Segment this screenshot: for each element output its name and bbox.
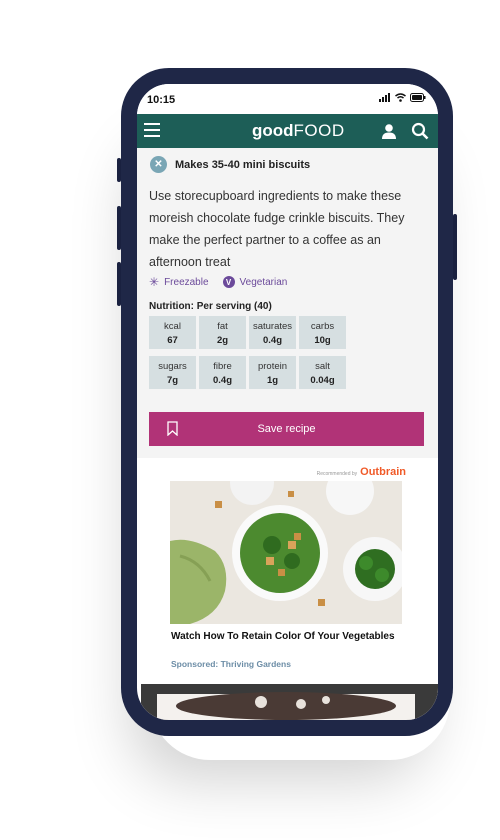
phone-volume-up (117, 206, 121, 250)
nutrition-cell-saturates: saturates 0.4g (249, 316, 296, 349)
phone-power-button (453, 214, 457, 280)
nutrition-cell-kcal: kcal 67 (149, 316, 196, 349)
ad-image[interactable] (170, 481, 402, 624)
save-recipe-label: Save recipe (257, 423, 316, 435)
status-time: 10:15 (147, 94, 176, 106)
status-icons (379, 93, 426, 102)
account-icon[interactable] (381, 123, 397, 139)
app-header: goodFOOD (137, 114, 438, 148)
status-bar: 10:15 (137, 84, 438, 114)
nutrition-cell-salt: salt 0.04g (299, 356, 346, 389)
nutrition-cell-fat: fat 2g (199, 316, 246, 349)
nutrition-title: Nutrition: Per serving (40) (149, 301, 272, 312)
nutrition-cell-carbs: carbs 10g (299, 316, 346, 349)
battery-icon (410, 93, 426, 102)
tag-freezable[interactable]: ✳ Freezable (149, 275, 209, 289)
outbrain-attribution[interactable]: Recommended by Outbrain (317, 466, 406, 478)
diet-tags: ✳ Freezable V Vegetarian (149, 275, 287, 289)
search-icon[interactable] (411, 122, 429, 140)
outbrain-logo: Outbrain (360, 466, 406, 478)
save-recipe-button[interactable]: Save recipe (149, 412, 424, 446)
phone-volume-down (117, 262, 121, 306)
recipe-description: Use storecupboard ingredients to make th… (149, 189, 405, 269)
nutrition-cell-protein: protein 1g (249, 356, 296, 389)
next-ad-image[interactable] (141, 684, 438, 720)
nutrition-grid: kcal 67 fat 2g saturates 0.4g carbs 10g suga… (149, 316, 346, 389)
signal-icon (379, 93, 390, 102)
cutlery-icon: ✕ (150, 156, 167, 173)
ad-sponsor[interactable]: Sponsored: Thriving Gardens (171, 659, 291, 669)
ad-headline[interactable]: Watch How To Retain Color Of Your Vegeta… (171, 630, 401, 643)
vegetarian-icon: V (222, 276, 235, 288)
phone-screen: 10:15 goodFOOD ✕ Makes 35-40 mini biscui… (137, 84, 438, 720)
menu-icon[interactable] (144, 123, 160, 141)
wifi-icon (395, 93, 406, 102)
site-logo[interactable]: goodFOOD (252, 121, 345, 141)
phone-side-button (117, 158, 121, 182)
nutrition-cell-fibre: fibre 0.4g (199, 356, 246, 389)
nutrition-cell-sugars: sugars 7g (149, 356, 196, 389)
servings-text: Makes 35-40 mini biscuits (175, 158, 311, 171)
recipe-info: ✕ Makes 35-40 mini biscuits Use storecup… (137, 148, 438, 458)
tag-vegetarian[interactable]: V Vegetarian (222, 275, 287, 289)
snowflake-icon: ✳ (149, 275, 160, 289)
servings-info: ✕ Makes 35-40 mini biscuits (150, 156, 310, 173)
